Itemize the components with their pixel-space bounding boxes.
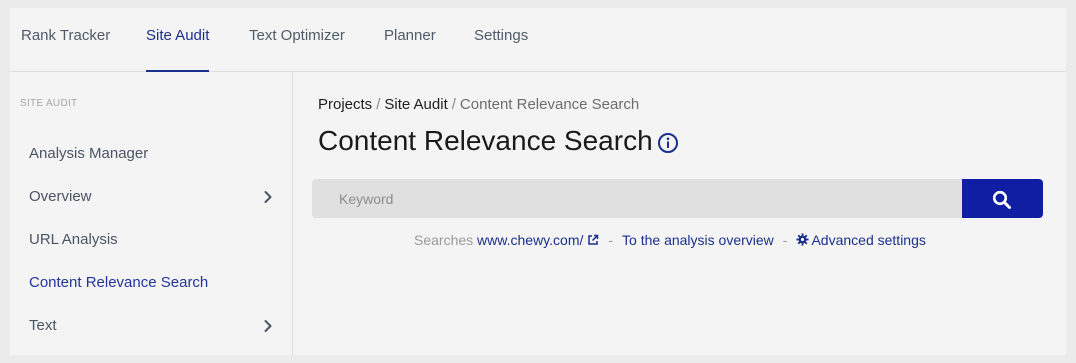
tab-site-audit[interactable]: Site Audit — [146, 8, 210, 72]
gear-icon — [796, 233, 810, 246]
sidebar-item-overview[interactable]: Overview — [29, 185, 275, 209]
meta-separator: - — [782, 232, 788, 248]
main-content: Projects / Site Audit / Content Relevance Se… — [293, 72, 1066, 355]
breadcrumb-site-audit[interactable]: Site Audit — [384, 96, 447, 113]
tab-rank-tracker[interactable]: Rank Tracker — [21, 8, 110, 72]
breadcrumb: Projects / Site Audit / Content Relevance Se… — [318, 96, 639, 113]
sidebar-heading: SITE AUDIT — [20, 98, 78, 109]
searches-prefix: Searches — [414, 232, 474, 248]
sidebar-item-label: Overview — [29, 188, 92, 205]
breadcrumb-projects[interactable]: Projects — [318, 96, 372, 113]
search-bar — [312, 179, 1043, 218]
sidebar-item-label: Analysis Manager — [29, 145, 149, 162]
external-link-icon[interactable] — [587, 234, 599, 246]
breadcrumb-separator: / — [451, 96, 456, 113]
tab-planner[interactable]: Planner — [384, 8, 436, 72]
sidebar-item-content-relevance-search[interactable]: Content Relevance Search — [29, 271, 275, 295]
chevron-right-icon[interactable] — [261, 190, 275, 204]
page-title: Content Relevance Search — [318, 125, 653, 156]
site-link[interactable]: www.chewy.com/ — [477, 232, 583, 248]
analysis-overview-link[interactable]: To the analysis overview — [622, 232, 774, 248]
search-button[interactable] — [962, 179, 1043, 218]
top-navigation: Rank Tracker Site Audit Text Optimizer P… — [10, 8, 1066, 72]
app-frame: Rank Tracker Site Audit Text Optimizer P… — [10, 8, 1066, 355]
sidebar-item-text[interactable]: Text — [29, 314, 275, 338]
sidebar-item-label: URL Analysis — [29, 231, 118, 248]
sidebar-item-label: Content Relevance Search — [29, 274, 209, 291]
breadcrumb-current: Content Relevance Search — [459, 96, 640, 113]
advanced-settings-label: Advanced settings — [811, 232, 926, 248]
sidebar: SITE AUDIT Analysis Manager Overview URL… — [10, 72, 293, 355]
keyword-input[interactable] — [312, 179, 962, 218]
advanced-settings-link[interactable]: Advanced settings — [796, 232, 926, 248]
magnifier-icon — [992, 190, 1011, 209]
breadcrumb-separator: / — [376, 96, 381, 113]
info-circle-icon[interactable] — [657, 132, 679, 154]
sidebar-item-url-analysis[interactable]: URL Analysis — [29, 228, 275, 252]
tab-text-optimizer[interactable]: Text Optimizer — [249, 8, 345, 72]
sidebar-item-analysis-manager[interactable]: Analysis Manager — [29, 142, 275, 166]
meta-separator: - — [608, 232, 614, 248]
chevron-right-icon[interactable] — [261, 319, 275, 333]
sidebar-item-label: Text — [29, 317, 57, 334]
search-meta: Searches www.chewy.com/ - To the analysis… — [414, 232, 926, 248]
tab-settings[interactable]: Settings — [474, 8, 528, 72]
